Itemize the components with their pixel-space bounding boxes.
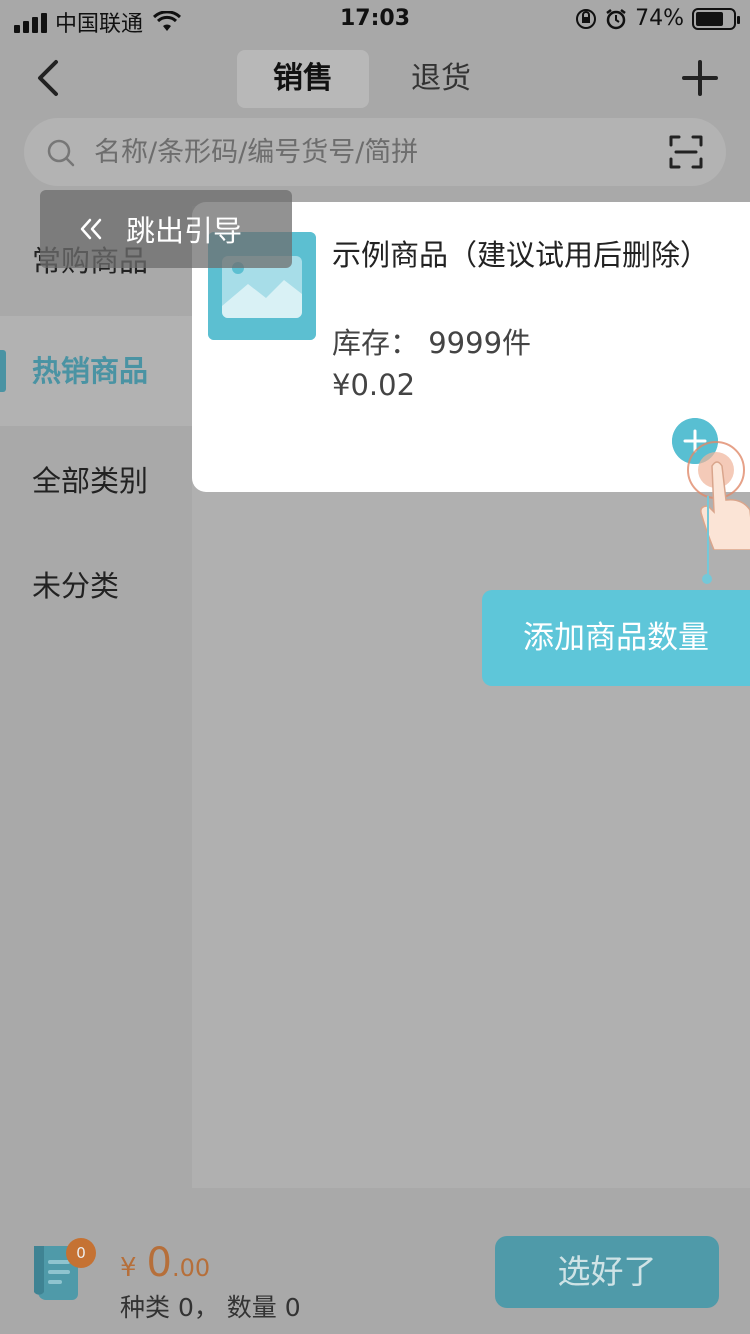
product-name: 示例商品（建议试用后删除） <box>332 238 710 272</box>
active-indicator <box>0 350 6 392</box>
category-sidebar: 常购商品 热销商品 全部类别 未分类 <box>0 206 192 1206</box>
item-counts: 种类 0， 数量 0 <box>120 1293 301 1322</box>
status-right: 74% <box>575 6 740 31</box>
tooltip-connector <box>707 496 709 580</box>
sidebar-item-label: 全部类别 <box>32 464 149 498</box>
cart-badge: 0 <box>66 1238 96 1268</box>
tab-sale[interactable]: 销售 <box>237 50 369 108</box>
search-bar <box>24 118 726 186</box>
checkout-bar: 0 ¥ 0 .00 种类 0， 数量 0 选好了 <box>0 1210 750 1334</box>
search-icon <box>47 139 75 167</box>
double-chevron-left-icon <box>80 218 102 240</box>
tab-return[interactable]: 退货 <box>381 50 501 108</box>
back-icon[interactable] <box>28 56 68 100</box>
scan-icon[interactable] <box>668 134 704 170</box>
product-price: ¥0.02 <box>332 368 416 402</box>
battery-icon <box>692 7 740 30</box>
battery-percent: 74% <box>635 6 684 31</box>
sidebar-item-label: 热销商品 <box>32 354 149 388</box>
sidebar-item-hot[interactable]: 热销商品 <box>0 316 192 426</box>
tooltip-connector-dot <box>702 574 712 584</box>
sidebar-item-all[interactable]: 全部类别 <box>0 426 192 536</box>
product-stock: 库存： 9999件 <box>332 326 532 360</box>
status-bar: 中国联通 17:03 74% <box>0 0 750 40</box>
sidebar-item-uncategorized[interactable]: 未分类 <box>0 536 192 636</box>
sale-return-tabs: 销售 退货 <box>237 50 501 108</box>
done-button[interactable]: 选好了 <box>495 1236 719 1308</box>
amount-integer: 0 <box>146 1240 172 1286</box>
add-icon[interactable] <box>680 58 720 98</box>
alarm-icon <box>606 8 626 29</box>
sidebar-item-label: 未分类 <box>32 569 120 603</box>
guide-tooltip: 添加商品数量 <box>482 590 750 686</box>
skip-guide-label: 跳出引导 <box>126 214 243 248</box>
total-amount: ¥ 0 .00 <box>120 1240 210 1286</box>
header: 销售 退货 <box>0 40 750 120</box>
battery-level <box>696 11 723 26</box>
currency-symbol: ¥ <box>120 1253 137 1283</box>
orientation-lock-icon <box>576 8 597 29</box>
search-input[interactable] <box>94 118 634 186</box>
tap-hand-icon <box>687 441 750 550</box>
amount-decimal: .00 <box>172 1254 211 1282</box>
skip-guide-button[interactable]: 跳出引导 <box>40 190 292 268</box>
